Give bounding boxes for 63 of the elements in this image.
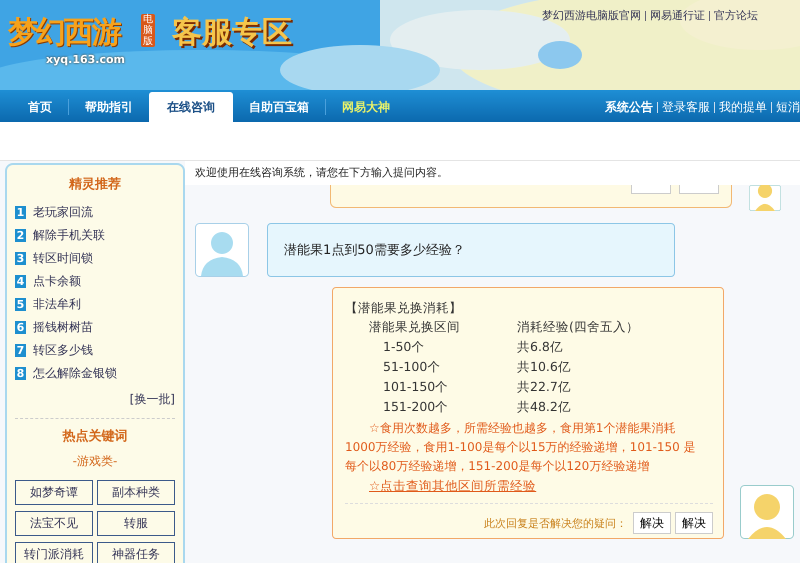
number-badge: 7 — [15, 344, 26, 357]
recommend-link[interactable]: 转区多少钱 — [33, 342, 93, 359]
refresh-link[interactable]: [换一批] — [130, 392, 175, 406]
table-cell-text: 101-150个 — [382, 379, 450, 396]
feedback-button[interactable]: 解决 — [675, 512, 713, 534]
recommend-link[interactable]: 解除手机关联 — [33, 227, 105, 244]
nav-link[interactable]: 登录客服 — [662, 98, 710, 116]
top-link[interactable]: 官方论坛 — [714, 8, 758, 23]
top-link[interactable]: 网易通行证 — [650, 8, 705, 23]
number-badge: 3 — [15, 252, 26, 265]
section-title: 精灵推荐 — [68, 176, 122, 193]
keyword-button[interactable]: 转门派消耗 — [15, 542, 93, 563]
number-badge: 8 — [15, 367, 26, 380]
number-badge: 1 — [15, 206, 26, 219]
avatar-icon — [195, 223, 249, 277]
edition-badge: 电脑版 — [141, 14, 155, 47]
table-cell-text: 共10.6亿 — [517, 359, 572, 376]
number-badge: 4 — [15, 275, 26, 288]
table-cell-text: 共6.8亿 — [517, 339, 564, 356]
nav-tab[interactable]: 帮助指引 — [69, 92, 149, 122]
keyword-button[interactable]: 法宝不见 — [15, 511, 93, 536]
nav-link[interactable]: 我的提单 — [719, 98, 767, 116]
reply-heading: 【潜能果兑换消耗】 — [345, 300, 463, 317]
number-badge: 2 — [15, 229, 26, 242]
nav-link[interactable]: 系统公告 — [605, 98, 653, 116]
recommend-link[interactable]: 摇钱树树苗 — [33, 319, 93, 336]
question-text: 潜能果1点到50需要多少经验？ — [284, 242, 465, 259]
table-cell-text: 共22.7亿 — [517, 379, 572, 396]
keyword-button[interactable]: 转服 — [97, 511, 175, 536]
recommend-link[interactable]: 点卡余额 — [33, 273, 81, 290]
avatar-icon — [740, 485, 794, 539]
feedback-prompt: 此次回复是否解决您的疑问： — [484, 516, 627, 530]
section-title: 热点关键词 — [61, 428, 128, 445]
category-label: -游戏类- — [72, 453, 118, 470]
recommend-link[interactable]: 老玩家回流 — [33, 204, 93, 221]
recommend-link[interactable]: 转区时间锁 — [33, 250, 93, 267]
small-button[interactable] — [679, 185, 719, 194]
feedback-button[interactable]: 解决 — [633, 512, 671, 534]
query-link[interactable]: ☆点击查询其他区间所需经验 — [345, 476, 713, 495]
nav-tab[interactable]: 网易大神 — [326, 92, 406, 122]
recommend-link[interactable]: 非法牟利 — [33, 296, 81, 313]
table-header: 消耗经验(四舍五入） — [517, 319, 640, 336]
keyword-button[interactable]: 如梦奇谭 — [15, 480, 93, 505]
keyword-button[interactable]: 副本种类 — [97, 480, 175, 505]
nav-tab[interactable]: 首页 — [12, 92, 68, 122]
table-cell-text: 1-50个 — [382, 339, 426, 356]
top-link[interactable]: 梦幻西游电脑版官网 — [542, 8, 641, 23]
logo-domain: xyq.163.com — [46, 53, 125, 66]
number-badge: 6 — [15, 321, 26, 334]
recommend-link[interactable]: 怎么解除金银锁 — [33, 365, 117, 382]
nav-tab[interactable]: 在线咨询 — [149, 92, 233, 122]
nav-link[interactable]: 短消 — [776, 98, 800, 116]
table-header: 潜能果兑换区间 — [369, 319, 461, 336]
keyword-button[interactable]: 神器任务 — [97, 542, 175, 563]
table-cell-text: 共48.2亿 — [517, 399, 572, 416]
number-badge: 5 — [15, 298, 26, 311]
welcome-text: 欢迎使用在线咨询系统，请您在下方输入提问内容。 — [185, 161, 800, 185]
nav-tab[interactable]: 自助百宝箱 — [233, 92, 325, 122]
table-cell-text: 51-100个 — [382, 359, 442, 376]
note-text: ☆食用次数越多，所需经验也越多，食用第1个潜能果消耗1000万经验，食用1-100是每个以15万的经验递增，101-150 是每个以80万经验递增，151-200是每个以120万经验递增 — [345, 420, 697, 475]
page-title: 客服专区 — [172, 14, 292, 52]
small-button[interactable] — [631, 185, 671, 194]
table-cell-text: 151-200个 — [382, 399, 450, 416]
